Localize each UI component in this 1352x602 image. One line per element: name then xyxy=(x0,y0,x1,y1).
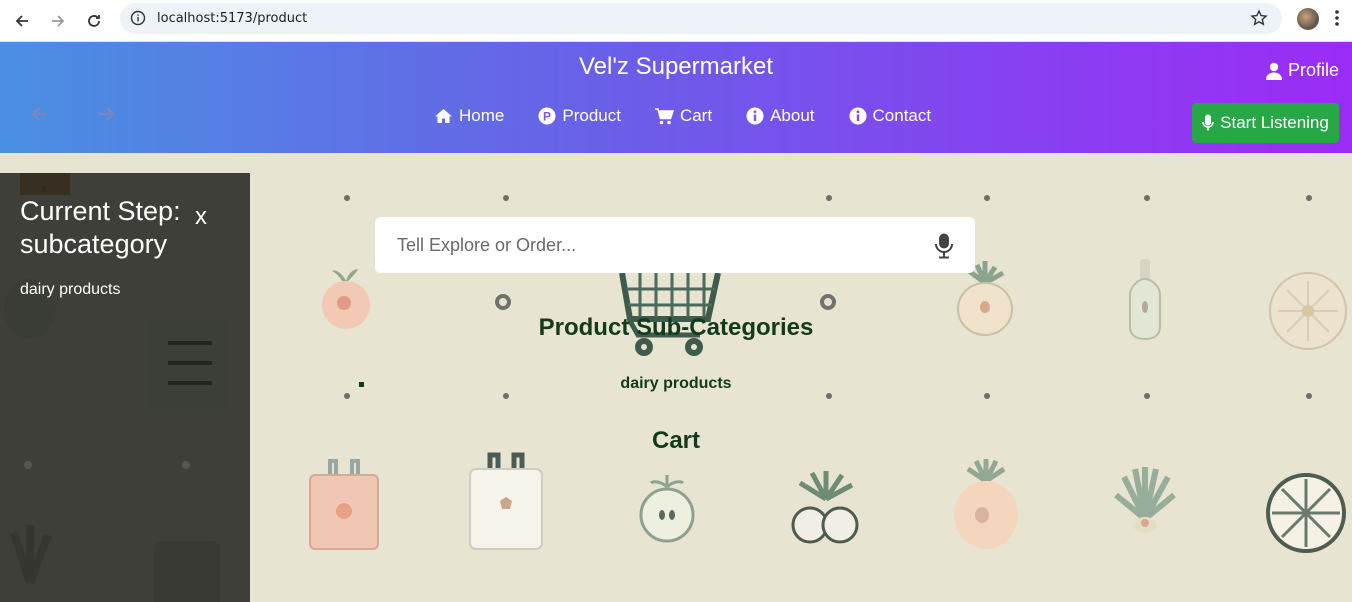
pegboard-dot xyxy=(503,393,509,399)
apple-illustration xyxy=(639,475,695,543)
pegboard-dot xyxy=(1144,195,1150,201)
cart-icon xyxy=(654,107,674,124)
browser-menu-icon[interactable] xyxy=(1334,8,1340,33)
nav-cart-label: Cart xyxy=(679,106,713,125)
search-input[interactable]: Tell Explore or Order... xyxy=(375,217,975,273)
product-p-icon: P xyxy=(538,107,556,125)
search-placeholder: Tell Explore or Order... xyxy=(397,235,577,255)
nav-contact[interactable]: Contact xyxy=(849,106,932,126)
nav-about[interactable]: About xyxy=(746,106,815,126)
microphone-icon[interactable] xyxy=(935,233,953,264)
cherries-illustration xyxy=(791,471,859,544)
home-icon xyxy=(435,109,452,123)
current-step-title: Current Step: subcategory xyxy=(20,196,181,259)
svg-text:P: P xyxy=(543,110,551,124)
history-forward-icon[interactable] xyxy=(98,106,116,127)
start-listening-label: Start Listening xyxy=(1220,113,1329,132)
history-back-icon[interactable] xyxy=(30,106,48,127)
current-step-value: dairy products xyxy=(20,281,121,298)
profile-label: Profile xyxy=(1288,60,1340,80)
lime-slice-illustration xyxy=(1266,473,1346,553)
nav-contact-label: Contact xyxy=(872,106,932,125)
info-icon xyxy=(746,107,764,125)
pineapple-illustration xyxy=(954,459,1018,549)
user-icon xyxy=(1266,62,1282,80)
profile-link[interactable]: Profile xyxy=(1266,60,1339,81)
browser-toolbar: localhost:5173/product xyxy=(0,0,1352,42)
browser-profile-avatar[interactable] xyxy=(1297,8,1319,30)
pegboard-dot xyxy=(1306,393,1312,399)
nav-home[interactable]: Home xyxy=(434,106,504,126)
nav-about-label: About xyxy=(770,106,815,125)
subcategories-heading: Product Sub-Categories xyxy=(538,314,814,341)
nav-product[interactable]: P Product xyxy=(538,106,621,126)
bag-illustration xyxy=(309,459,379,550)
close-panel-button[interactable]: x xyxy=(195,203,207,231)
pegboard-dot xyxy=(503,195,509,201)
nav-cart[interactable]: Cart xyxy=(654,106,713,126)
pegboard-ring xyxy=(495,294,511,310)
pegboard-dot xyxy=(984,393,990,399)
site-info-icon[interactable] xyxy=(130,10,146,31)
info-icon xyxy=(849,107,867,125)
reload-icon[interactable] xyxy=(80,7,108,35)
app-header: Vel'z Supermarket Profile Home P Product… xyxy=(0,42,1352,153)
back-icon[interactable] xyxy=(8,7,36,35)
shopping-bag-illustration xyxy=(469,452,543,550)
pegboard-dot xyxy=(1144,393,1150,399)
main-nav: Home P Product Cart About Contact xyxy=(434,106,965,126)
pegboard-ring xyxy=(820,294,836,310)
address-bar[interactable]: localhost:5173/product xyxy=(120,3,1282,34)
pegboard-dot xyxy=(984,195,990,201)
pegboard-dot xyxy=(344,195,350,201)
pegboard-dot xyxy=(826,195,832,201)
forward-icon[interactable] xyxy=(44,7,72,35)
herb-plant-illustration xyxy=(1114,467,1176,533)
site-title: Vel'z Supermarket xyxy=(578,53,773,80)
microphone-icon xyxy=(1202,114,1214,131)
cart-heading: Cart xyxy=(651,427,700,454)
pegboard-dot xyxy=(344,393,350,399)
url-text: localhost:5173/product xyxy=(157,11,308,26)
nav-product-label: Product xyxy=(562,106,621,125)
pegboard-dot xyxy=(1306,195,1312,201)
pegboard-dot xyxy=(826,393,832,399)
start-listening-button[interactable]: Start Listening xyxy=(1192,103,1339,143)
nav-home-label: Home xyxy=(459,106,505,125)
bookmark-star-icon[interactable] xyxy=(1250,9,1268,32)
subcategory-item[interactable]: dairy products xyxy=(0,375,1352,393)
